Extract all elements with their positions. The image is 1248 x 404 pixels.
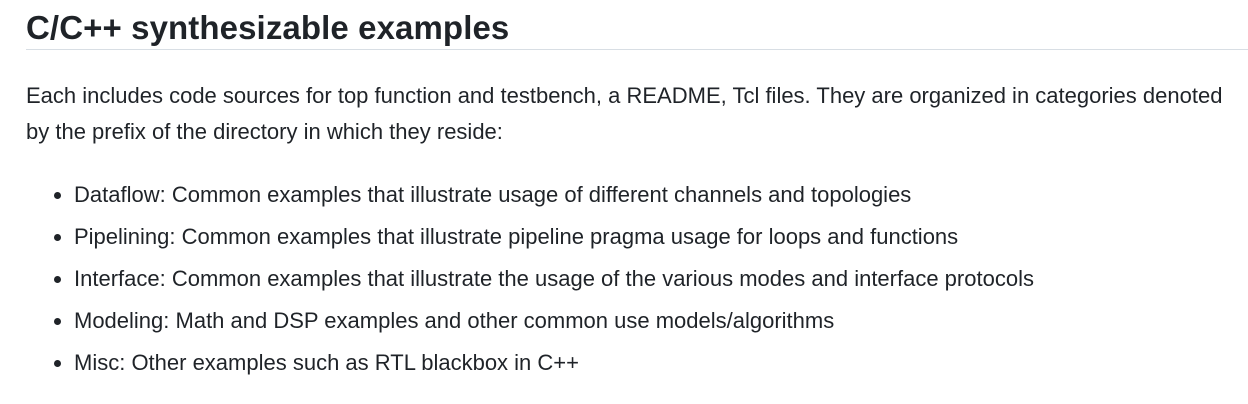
- list-item-pipelining: Pipelining: Common examples that illustr…: [74, 216, 1248, 258]
- list-item-interface: Interface: Common examples that illustra…: [74, 258, 1248, 300]
- section-heading: C/C++ synthesizable examples: [26, 0, 1248, 50]
- list-item-dataflow: Dataflow: Common examples that illustrat…: [74, 174, 1248, 216]
- intro-paragraph: Each includes code sources for top funct…: [26, 83, 1223, 144]
- readme-section: C/C++ synthesizable examples Each includ…: [0, 0, 1248, 404]
- list-item-misc: Misc: Other examples such as RTL blackbo…: [74, 342, 1248, 384]
- category-list: Dataflow: Common examples that illustrat…: [26, 174, 1248, 384]
- list-item-modeling: Modeling: Math and DSP examples and othe…: [74, 300, 1248, 342]
